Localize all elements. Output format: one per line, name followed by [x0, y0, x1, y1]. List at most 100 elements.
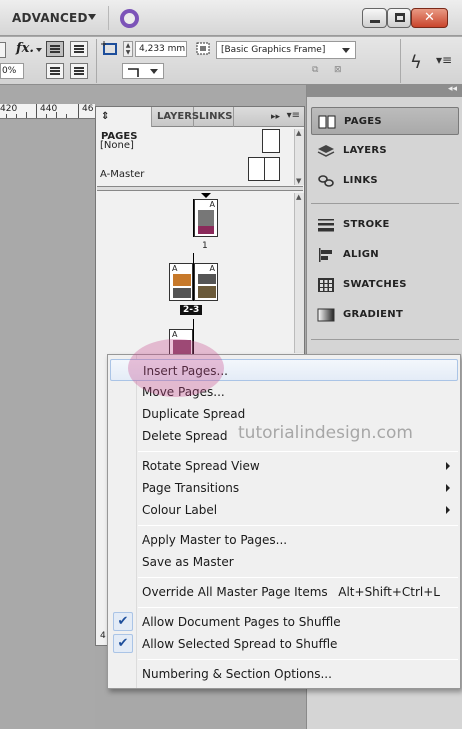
- menu-item-allow-spread-shuffle[interactable]: ✔ Allow Selected Spread to Shuffle: [108, 633, 460, 655]
- tab-layers[interactable]: LAYERS: [152, 107, 199, 127]
- master-a-thumbnail[interactable]: [248, 157, 280, 181]
- more-tabs-icon[interactable]: ▸▸: [271, 112, 280, 122]
- dock-label: PAGES: [344, 116, 382, 127]
- submenu-arrow-icon: [446, 462, 450, 470]
- scrollbar[interactable]: ▲ ▼: [294, 129, 304, 185]
- align-justify-icon[interactable]: [46, 63, 64, 79]
- horizontal-ruler: 420 440 46: [0, 104, 95, 119]
- dock-item-layers[interactable]: LAYERS: [311, 137, 459, 165]
- submenu-arrow-icon: [446, 506, 450, 514]
- pages-status: 4: [100, 631, 106, 641]
- dock-label: LINKS: [343, 175, 378, 186]
- lightning-icon[interactable]: ϟ: [410, 52, 422, 73]
- object-style-select[interactable]: [Basic Graphics Frame]: [216, 41, 356, 59]
- master-none[interactable]: [None]: [100, 140, 134, 151]
- zoom-field[interactable]: 0%: [0, 63, 24, 79]
- dock-item-swatches[interactable]: SWATCHES: [311, 271, 459, 299]
- divider: [311, 203, 459, 204]
- dock-item-links[interactable]: LINKS: [311, 167, 459, 195]
- spine: [193, 253, 194, 301]
- page-thumbnail[interactable]: A: [194, 263, 218, 301]
- menu-item-rotate-spread-view[interactable]: Rotate Spread View: [108, 455, 460, 477]
- align-icon: [319, 248, 332, 262]
- menu-item-save-as-master[interactable]: Save as Master: [108, 551, 460, 573]
- gradient-icon: [317, 308, 335, 322]
- swatches-icon: [318, 278, 334, 292]
- dock-header[interactable]: ◂◂: [307, 84, 462, 97]
- application-bar: ADVANCED ✕: [0, 0, 462, 36]
- checkmark-icon: ✔: [113, 612, 133, 631]
- corner-shape-select[interactable]: [122, 63, 164, 79]
- menu-separator: [138, 607, 458, 608]
- divider: [108, 6, 109, 30]
- menu-separator: [138, 525, 458, 526]
- menu-item-allow-pages-shuffle[interactable]: ✔ Allow Document Pages to Shuffle: [108, 611, 460, 633]
- object-style-value: [Basic Graphics Frame]: [221, 45, 326, 55]
- menu-separator: [138, 577, 458, 578]
- master-a[interactable]: A-Master: [100, 169, 144, 180]
- ruler-label: 46: [82, 104, 94, 114]
- menu-item-colour-label[interactable]: Colour Label: [108, 499, 460, 521]
- tab-pages[interactable]: ⇕ PAGES: [96, 107, 152, 142]
- tab-links[interactable]: LINKS: [194, 107, 234, 127]
- dock-label: LAYERS: [343, 145, 387, 156]
- align-right-icon[interactable]: [70, 63, 88, 79]
- stroke-icon: [318, 219, 334, 232]
- scrollbar[interactable]: ▲: [294, 193, 304, 353]
- dock-item-stroke[interactable]: STROKE: [311, 211, 459, 239]
- spine: [193, 199, 194, 237]
- dock-item-align[interactable]: ALIGN: [311, 241, 459, 269]
- ruler-label: 420: [0, 104, 18, 114]
- menu-item-numbering-section[interactable]: Numbering & Section Options...: [108, 663, 460, 685]
- dock-label: ALIGN: [343, 249, 379, 260]
- collapse-icon[interactable]: ◂◂: [448, 84, 457, 94]
- layers-icon: [317, 145, 335, 157]
- panel-divider[interactable]: [97, 186, 303, 191]
- creative-suite-icon[interactable]: [120, 9, 139, 28]
- menu-item-page-transitions[interactable]: Page Transitions: [108, 477, 460, 499]
- dock-item-pages[interactable]: PAGES: [311, 107, 459, 135]
- divider: [400, 39, 401, 83]
- menu-item-override-master-items[interactable]: Override All Master Page Items Alt+Shift+…: [108, 581, 460, 603]
- close-button[interactable]: ✕: [411, 8, 448, 28]
- clear-overrides-icon[interactable]: ⧉: [312, 65, 318, 75]
- maximize-button[interactable]: [387, 8, 411, 28]
- stroke-weight-stepper[interactable]: ▲ ▼: [123, 41, 133, 57]
- text-frame-icon[interactable]: [0, 42, 6, 58]
- section-start-icon: [201, 193, 211, 198]
- workspace-switcher[interactable]: ADVANCED: [12, 11, 88, 25]
- ruler-label: 440: [40, 104, 58, 114]
- window-controls: ✕: [362, 8, 448, 28]
- highlight-circle: [128, 339, 224, 397]
- page-thumbnail[interactable]: A: [169, 263, 193, 301]
- align-left-icon[interactable]: [46, 41, 64, 57]
- dock-item-gradient[interactable]: GRADIENT: [311, 301, 459, 329]
- links-icon: [318, 175, 334, 187]
- page-label: 1: [202, 241, 208, 251]
- panel-menu-icon[interactable]: ▾≡: [287, 110, 300, 121]
- minimize-button[interactable]: [362, 8, 387, 28]
- divider: [311, 339, 459, 340]
- override-style-icon[interactable]: ⊠: [334, 65, 342, 75]
- panel-tabs: ⇕ PAGES LAYERS LINKS ▸▸ ▾≡: [96, 107, 304, 142]
- chevron-down-icon[interactable]: [88, 14, 96, 20]
- align-center-icon[interactable]: [70, 41, 88, 57]
- chevron-down-icon[interactable]: [36, 48, 42, 52]
- stroke-weight-field[interactable]: 4,233 mm: [135, 41, 187, 57]
- object-style-icon[interactable]: [196, 42, 212, 56]
- master-none-thumbnail[interactable]: [262, 129, 280, 153]
- panel-menu-icon[interactable]: ▾≡: [436, 53, 452, 67]
- effects-icon[interactable]: fx.: [16, 41, 34, 56]
- dock-label: SWATCHES: [343, 279, 407, 290]
- watermark-text: tutorialindesign.com: [238, 423, 413, 443]
- page-thumbnail[interactable]: A: [194, 199, 218, 237]
- close-icon: ✕: [424, 10, 435, 25]
- menu-item-duplicate-spread[interactable]: Duplicate Spread: [108, 403, 460, 425]
- page-label: 2-3: [180, 305, 203, 315]
- frame-fitting-icon[interactable]: [101, 41, 119, 57]
- dock-label: GRADIENT: [343, 309, 404, 320]
- dock-label: STROKE: [343, 219, 390, 230]
- pasteboard[interactable]: [0, 120, 95, 729]
- shortcut-label: Alt+Shift+Ctrl+L: [338, 585, 440, 599]
- menu-item-apply-master[interactable]: Apply Master to Pages...: [108, 529, 460, 551]
